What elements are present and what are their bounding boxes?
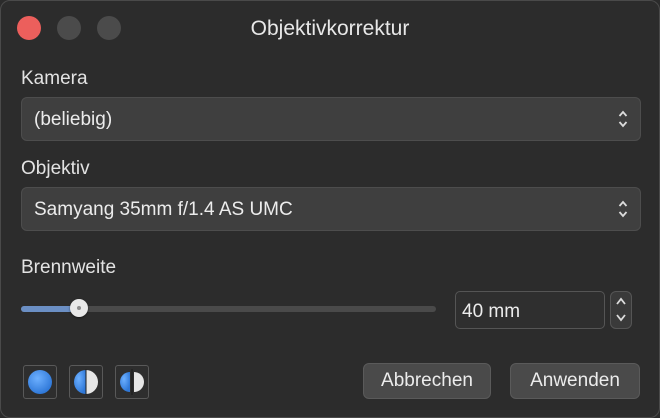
focal-length-field[interactable]: 40 mm (455, 291, 605, 329)
split-circle-icon (74, 369, 98, 395)
camera-label: Kamera (21, 68, 88, 89)
updown-chevron-icon (618, 110, 628, 128)
cancel-button[interactable]: Abbrechen (363, 363, 491, 399)
view-full-button[interactable] (23, 365, 57, 399)
lens-select[interactable]: Samyang 35mm f/1.4 AS UMC (21, 187, 641, 231)
full-circle-icon (28, 370, 52, 394)
view-split-button[interactable] (69, 365, 103, 399)
apply-button[interactable]: Anwenden (510, 363, 640, 399)
updown-chevron-icon (618, 200, 628, 218)
camera-select-value: (beliebig) (34, 109, 113, 130)
window-title: Objektivkorrektur (250, 17, 410, 40)
view-compare-button[interactable] (115, 365, 149, 399)
stepper-down-button[interactable] (611, 310, 631, 328)
focal-length-value: 40 mm (462, 301, 521, 322)
camera-select[interactable]: (beliebig) (21, 97, 641, 141)
focal-length-stepper[interactable] (610, 291, 632, 329)
focal-length-slider-knob[interactable] (70, 299, 89, 317)
compare-circles-icon (120, 369, 144, 395)
lens-select-value: Samyang 35mm f/1.4 AS UMC (34, 199, 293, 220)
stepper-up-button[interactable] (611, 292, 631, 310)
chevron-down-icon (616, 314, 626, 322)
focal-length-label: Brennweite (21, 257, 117, 278)
chevron-up-icon (616, 297, 626, 305)
lens-correction-dialog: Objektivkorrektur Kamera (beliebig) Obje… (0, 0, 660, 418)
lens-label: Objektiv (21, 158, 90, 179)
titlebar: Objektivkorrektur (1, 1, 659, 57)
